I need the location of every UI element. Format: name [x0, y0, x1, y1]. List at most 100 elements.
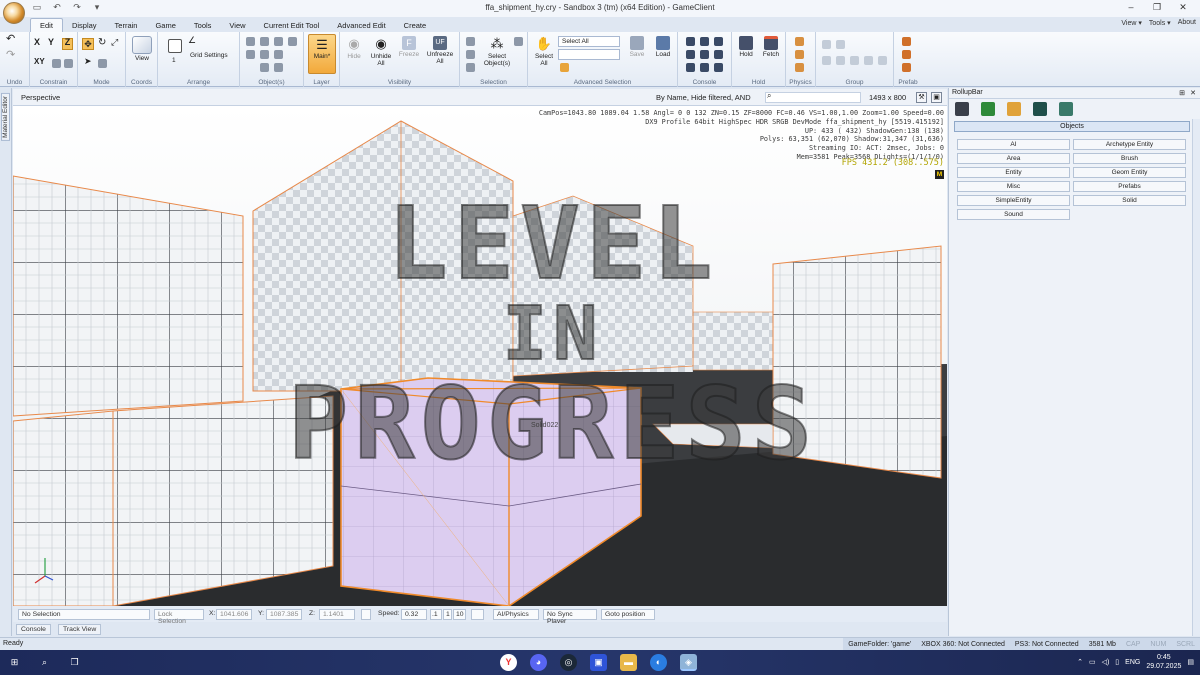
- align-to-object-icon[interactable]: [260, 37, 269, 46]
- sandbox-editor-icon[interactable]: ◈: [680, 654, 697, 671]
- tab-display[interactable]: Display: [63, 19, 106, 32]
- app-icon[interactable]: ▣: [590, 654, 607, 671]
- material-editor-tab[interactable]: Material Editor: [1, 93, 10, 141]
- viewport-search-input[interactable]: [765, 92, 861, 103]
- terrain-tab-icon[interactable]: [981, 102, 995, 116]
- yandex-browser-icon[interactable]: Y: [500, 654, 517, 671]
- object-snap-icon[interactable]: [64, 59, 73, 68]
- group-ungroup-icon[interactable]: [836, 40, 845, 49]
- group-open-icon[interactable]: [822, 56, 831, 65]
- modify-tab-icon[interactable]: [1007, 102, 1021, 116]
- tab-view[interactable]: View: [220, 19, 254, 32]
- clock[interactable]: 0:45 29.07.2025: [1146, 653, 1181, 671]
- physics-reset-icon[interactable]: [795, 63, 804, 72]
- layers-tab-icon[interactable]: [1059, 102, 1073, 116]
- windows-start-icon[interactable]: ⊞: [6, 654, 23, 671]
- x-coordinate-field[interactable]: 1041.606: [216, 609, 252, 620]
- object-geom-entity-button[interactable]: Geom Entity: [1073, 167, 1186, 178]
- selection-filter-icon[interactable]: [514, 37, 523, 46]
- select-terrain-icon[interactable]: [98, 59, 107, 68]
- move-icon[interactable]: ✥: [82, 38, 94, 50]
- layer-button[interactable]: ☰ Main*: [308, 34, 336, 74]
- save-selection-button[interactable]: Save: [626, 36, 648, 58]
- grid-size-value[interactable]: 1: [172, 57, 176, 64]
- objects-section-header[interactable]: Objects: [954, 121, 1190, 132]
- view-button[interactable]: View: [132, 36, 152, 62]
- axis-xy-button[interactable]: XY: [34, 58, 45, 66]
- lock-selection-button[interactable]: Lock Selection: [154, 609, 204, 625]
- tab-game[interactable]: Game: [146, 19, 184, 32]
- select-invert-icon[interactable]: [466, 50, 475, 59]
- angle-snap-icon[interactable]: ∠: [188, 36, 196, 45]
- align-icon[interactable]: [246, 37, 255, 46]
- edge-icon[interactable]: ◐: [650, 654, 667, 671]
- object-archetype-entity-button[interactable]: Archetype Entity: [1073, 139, 1186, 150]
- gear-icon[interactable]: [700, 50, 709, 59]
- app-menu-orb[interactable]: [3, 2, 25, 24]
- console-icon[interactable]: [686, 37, 695, 46]
- group-misc-icon[interactable]: [878, 56, 887, 65]
- lock-coords-icon[interactable]: [361, 609, 371, 620]
- freeze-button[interactable]: F Freeze: [397, 36, 421, 58]
- discord-icon[interactable]: ◕: [530, 654, 547, 671]
- terrain-follow-icon[interactable]: [471, 609, 484, 620]
- unfreeze-all-button[interactable]: UF Unfreeze All: [424, 36, 456, 65]
- axis-x-button[interactable]: X: [34, 38, 40, 47]
- axis-z-button[interactable]: Z: [62, 38, 73, 50]
- viewport-title[interactable]: Perspective: [21, 93, 60, 102]
- tab-terrain[interactable]: Terrain: [106, 19, 147, 32]
- console-icon-7[interactable]: [700, 63, 709, 72]
- volume-icon[interactable]: ◁): [1102, 658, 1110, 666]
- language-indicator[interactable]: ENG: [1125, 659, 1140, 666]
- clone-icon[interactable]: [246, 50, 255, 59]
- rollup-scrollbar[interactable]: [1192, 119, 1200, 636]
- tab-advanced-edit[interactable]: Advanced Edit: [328, 19, 394, 32]
- tools-menu[interactable]: Tools ▾: [1149, 19, 1171, 27]
- align-to-grid-icon[interactable]: [274, 37, 283, 46]
- console-icon-3[interactable]: [714, 37, 723, 46]
- y-coordinate-field[interactable]: 1087.385: [266, 609, 302, 620]
- speed-preset-1[interactable]: 1: [443, 609, 452, 620]
- selection-set-dropdown[interactable]: [558, 49, 620, 60]
- snap-icon[interactable]: [288, 37, 297, 46]
- maximize-viewport-button[interactable]: ▣: [931, 92, 942, 103]
- console-icon-2[interactable]: [700, 37, 709, 46]
- object-misc-button[interactable]: Misc: [957, 181, 1070, 192]
- select-none-icon[interactable]: [466, 63, 475, 72]
- view-menu[interactable]: View ▾: [1121, 19, 1142, 27]
- group-attach-icon[interactable]: [850, 56, 859, 65]
- terrain-snap-icon[interactable]: [52, 59, 61, 68]
- viewport-tools-button[interactable]: ⚒: [916, 92, 927, 103]
- viewport-3d[interactable]: CamPos=1043.80 1089.04 1.58 Angl= 0 0 13…: [13, 106, 947, 606]
- speed-preset-01[interactable]: .1: [430, 609, 442, 620]
- load-selection-button[interactable]: Load: [652, 36, 674, 58]
- axis-y-button[interactable]: Y: [48, 38, 54, 47]
- group-detach-icon[interactable]: [864, 56, 873, 65]
- hold-button[interactable]: Hold: [735, 36, 757, 58]
- grid-icon[interactable]: [168, 39, 182, 53]
- tab-console[interactable]: Console: [16, 624, 51, 635]
- grid-settings-button[interactable]: Grid Settings: [190, 52, 228, 59]
- console-icon-8[interactable]: [714, 63, 723, 72]
- hide-button[interactable]: ◉ Hide: [342, 36, 366, 60]
- console-icon-6[interactable]: [686, 63, 695, 72]
- prefab-create-icon[interactable]: [902, 37, 911, 46]
- console-icon-5[interactable]: [714, 50, 723, 59]
- goto-position-button[interactable]: Goto position: [601, 609, 655, 620]
- tab-current-edit-tool[interactable]: Current Edit Tool: [255, 19, 329, 32]
- tab-create[interactable]: Create: [395, 19, 436, 32]
- select-icon[interactable]: ➤: [84, 57, 92, 66]
- close-icon[interactable]: ✕: [1190, 89, 1196, 97]
- battery-icon[interactable]: ▯: [1115, 658, 1119, 666]
- display-tab-icon[interactable]: [1033, 102, 1047, 116]
- search-icon[interactable]: ⌕: [36, 654, 53, 671]
- viewport-filter[interactable]: By Name, Hide filtered, AND: [656, 93, 751, 102]
- no-sync-player-button[interactable]: No Sync Player: [543, 609, 597, 625]
- prefab-open-icon[interactable]: [902, 50, 911, 59]
- select-all-dropdown[interactable]: Select All: [558, 36, 620, 47]
- select-objects-button[interactable]: ⁂ Select Object(s): [480, 36, 514, 67]
- notifications-icon[interactable]: ▤: [1187, 658, 1194, 666]
- file-explorer-icon[interactable]: ▬: [620, 654, 637, 671]
- z-coordinate-field[interactable]: 1.1401: [319, 609, 355, 620]
- minimize-button[interactable]: –: [1118, 2, 1144, 13]
